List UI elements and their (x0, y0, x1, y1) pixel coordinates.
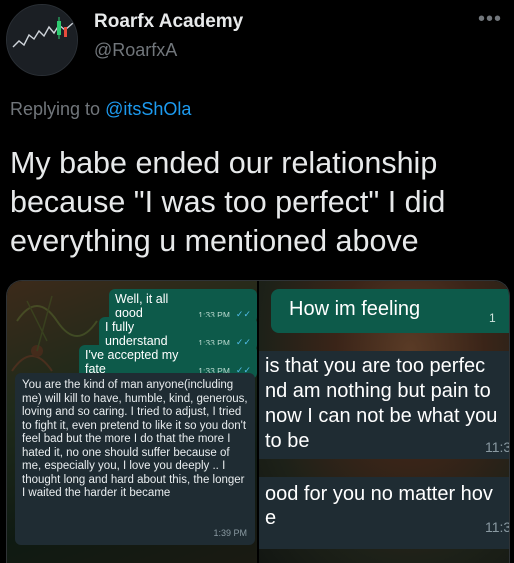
message-time: 1 (489, 311, 496, 325)
message-bubble-incoming[interactable]: You are the kind of man anyone(including… (15, 373, 255, 545)
message-time: 11:3 (485, 519, 510, 535)
author-name[interactable]: Roarfx Academy (94, 11, 243, 33)
more-horizontal-icon[interactable]: ••• (478, 8, 502, 31)
message-line: nd am nothing but pain to (265, 380, 491, 402)
replying-prefix: Replying to (10, 99, 101, 119)
tweet-header: Roarfx Academy @RoarfxA ••• (0, 0, 514, 90)
chat-screenshot-left[interactable]: Well, it all good 1:33 PM ✓✓ I fully und… (7, 281, 257, 563)
message-text: I fully understand (105, 320, 168, 348)
message-line: now I can not be what you (265, 405, 498, 427)
message-time: 1:39 PM (213, 527, 247, 538)
message-bubble-incoming[interactable]: is that you are too perfec nd am nothing… (259, 351, 510, 459)
avatar[interactable] (6, 4, 78, 76)
message-text: Well, it all good (115, 292, 169, 320)
message-line: ood for you no matter hov (265, 483, 493, 505)
message-line: is that you are too perfec (265, 355, 486, 377)
message-text: How im feeling (289, 298, 421, 320)
chat-screenshot-right[interactable]: How im feeling 1 is that you are too per… (259, 281, 510, 563)
reply-mention-link[interactable]: @itsShOla (105, 99, 191, 119)
author-handle[interactable]: @RoarfxA (94, 40, 177, 61)
tweet-media[interactable]: Well, it all good 1:33 PM ✓✓ I fully und… (6, 280, 510, 563)
message-line: to be (265, 430, 310, 452)
tweet-text: My babe ended our relationship because "… (10, 146, 446, 258)
replying-to: Replying to @itsShOla (10, 99, 191, 120)
message-bubble-incoming[interactable]: ood for you no matter hov e 11:3 (259, 477, 510, 549)
chart-logo-icon (7, 5, 77, 75)
message-text: I've accepted my fate (85, 348, 179, 376)
message-text: You are the kind of man anyone(including… (22, 379, 248, 499)
message-time: 11:3 (485, 439, 510, 455)
message-line: e (265, 507, 277, 529)
